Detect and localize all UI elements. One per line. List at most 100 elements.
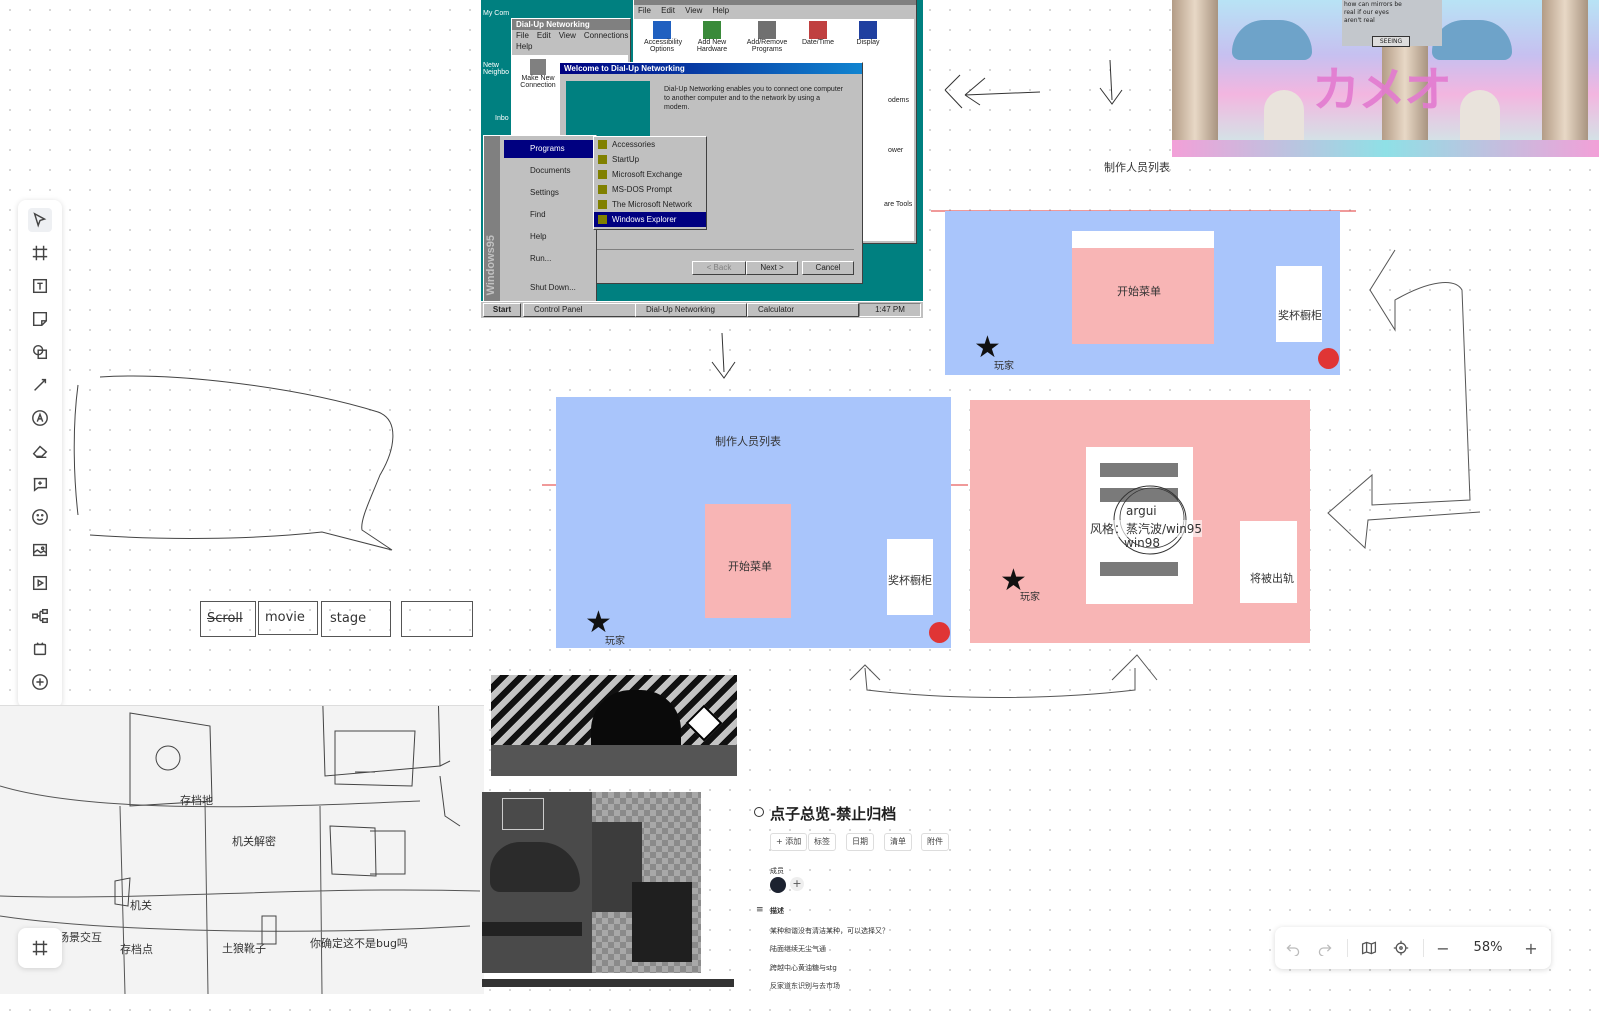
dun-menu-file[interactable]: File bbox=[516, 31, 529, 40]
start-menu-label-2: 开始菜单 bbox=[728, 560, 772, 573]
zoom-controls: − 58% + bbox=[1275, 927, 1551, 969]
cancel-button[interactable]: Cancel bbox=[802, 261, 854, 275]
members-label: 成员 bbox=[770, 867, 784, 875]
welcome-text: Dial-Up Networking enables you to connec… bbox=[664, 86, 843, 111]
cp-side-3: are Tools bbox=[884, 201, 913, 208]
task-control-panel[interactable]: Control Panel bbox=[523, 303, 643, 317]
start-help[interactable]: Help bbox=[504, 228, 594, 246]
map-icon bbox=[1361, 941, 1377, 955]
next-button[interactable]: Next > bbox=[746, 261, 798, 275]
dun-menu-connections[interactable]: Connections bbox=[584, 31, 628, 40]
cp-add-hardware[interactable]: Add New Hardware bbox=[694, 21, 730, 53]
menu-bar-1 bbox=[1100, 463, 1178, 477]
undo-icon bbox=[1286, 944, 1300, 956]
chip-tag[interactable]: 标签 bbox=[808, 833, 836, 851]
desc-line-4: 反家道东识别与去市场 bbox=[770, 982, 840, 990]
add-member-button[interactable]: + bbox=[790, 877, 804, 891]
task-calculator[interactable]: Calculator bbox=[747, 303, 859, 317]
label-earth-wolf: 土狼靴子 bbox=[222, 942, 266, 955]
win95-taskbar: Start Control Panel Dial-Up Networking C… bbox=[481, 301, 923, 318]
doc-title: 点子总览-禁止归档 bbox=[770, 805, 897, 823]
desc-line-1: 某种和谐没有清洁某种，可以选择又？ bbox=[770, 927, 889, 935]
sub-exchange[interactable]: Microsoft Exchange bbox=[594, 167, 706, 182]
desktop-network-label: Netw Neighbo bbox=[483, 62, 510, 76]
sub-startup[interactable]: StartUp bbox=[594, 152, 706, 167]
start-menu-label-1: 开始菜单 bbox=[1117, 285, 1161, 298]
cp-side-2: ower bbox=[888, 147, 904, 154]
goal-dot bbox=[929, 622, 950, 643]
start-run[interactable]: Run... bbox=[504, 250, 594, 268]
chip-date[interactable]: 日期 bbox=[846, 833, 874, 851]
cp-datetime[interactable]: Date/Time bbox=[798, 21, 838, 46]
redo-button[interactable] bbox=[1315, 938, 1335, 958]
pixel-art-image bbox=[482, 792, 701, 973]
vapor-caption: how can mirrors be real if our eyes aren… bbox=[1344, 1, 1402, 24]
avatar[interactable] bbox=[770, 877, 786, 893]
start-programs[interactable]: Programs bbox=[504, 140, 594, 158]
desktop-inbox-label: Inbo bbox=[495, 115, 509, 122]
start-find[interactable]: Find bbox=[504, 206, 594, 224]
redo-icon bbox=[1318, 944, 1332, 956]
cp-menu-file[interactable]: File bbox=[638, 6, 651, 15]
zoom-level[interactable]: 58% bbox=[1465, 939, 1511, 957]
sub-windows-explorer[interactable]: Windows Explorer bbox=[594, 212, 706, 227]
zoom-out-button[interactable]: − bbox=[1433, 938, 1453, 958]
chip-attachment[interactable]: 附件 bbox=[921, 833, 949, 851]
dun-menu-view[interactable]: View bbox=[559, 31, 576, 40]
map-button[interactable] bbox=[1359, 938, 1379, 958]
locate-button[interactable] bbox=[1391, 938, 1411, 958]
chip-add[interactable]: + 添加 bbox=[770, 833, 808, 851]
cp-display[interactable]: Display bbox=[848, 21, 888, 46]
sketch-box-3: stage bbox=[321, 601, 391, 637]
back-button[interactable]: < Back bbox=[692, 261, 746, 275]
sketch-box-4 bbox=[401, 601, 473, 637]
start-settings[interactable]: Settings bbox=[504, 184, 594, 202]
vapor-seeing-button: SEEING bbox=[1372, 36, 1410, 47]
undo-button[interactable] bbox=[1283, 938, 1303, 958]
taskbar-clock: 1:47 PM bbox=[859, 303, 921, 317]
credits-label-top: 制作人员列表 bbox=[1104, 161, 1170, 174]
credits-label-mid: 制作人员列表 bbox=[715, 435, 781, 448]
control-panel-menu: File Edit View Help bbox=[634, 5, 916, 16]
derail-label: 将被出轨 bbox=[1250, 572, 1294, 585]
desc-line-3: 跨越中心黄油糖与stg bbox=[770, 964, 837, 972]
description-icon: ≡ bbox=[756, 905, 764, 915]
argui-label: argui bbox=[1126, 504, 1157, 518]
sub-msdos[interactable]: MS-DOS Prompt bbox=[594, 182, 706, 197]
desc-line-2: 陆面继续无尘气通 bbox=[770, 945, 826, 953]
cp-menu-view[interactable]: View bbox=[685, 6, 702, 15]
cp-accessibility[interactable]: Accessibility Options bbox=[644, 21, 682, 53]
make-new-connection[interactable]: Make New Connection bbox=[518, 59, 558, 89]
sub-msn[interactable]: The Microsoft Network bbox=[594, 197, 706, 212]
cp-menu-help[interactable]: Help bbox=[713, 6, 729, 15]
top-strip bbox=[1072, 231, 1214, 249]
label-mechanism-puzzle: 机关解密 bbox=[232, 835, 276, 848]
start-documents[interactable]: Documents bbox=[504, 162, 594, 180]
win98-label: win98 bbox=[1124, 536, 1161, 550]
frame-panel-button[interactable] bbox=[18, 928, 62, 968]
player-label-2: 玩家 bbox=[605, 636, 625, 647]
image-strip bbox=[482, 979, 734, 987]
sub-accessories[interactable]: Accessories bbox=[594, 137, 706, 152]
cp-add-remove[interactable]: Add/Remove Programs bbox=[742, 21, 792, 53]
programs-submenu: Accessories StartUp Microsoft Exchange M… bbox=[593, 136, 707, 230]
zoom-in-button[interactable]: + bbox=[1521, 938, 1541, 958]
cp-menu-edit[interactable]: Edit bbox=[661, 6, 675, 15]
welcome-illustration bbox=[566, 81, 650, 137]
style-label: 风格：蒸汽波/win95 bbox=[1090, 520, 1203, 537]
vapor-katakana: カメオ bbox=[1312, 62, 1452, 118]
description-label: 描述 bbox=[770, 907, 784, 915]
label-save-point-2: 存档点 bbox=[120, 943, 153, 956]
dun-menu-edit[interactable]: Edit bbox=[537, 31, 551, 40]
trophy-label-2: 奖杯橱柜 bbox=[888, 574, 932, 587]
start-shutdown[interactable]: Shut Down... bbox=[504, 279, 594, 297]
label-save-point: 存档地 bbox=[180, 794, 213, 807]
trophy-block-1 bbox=[1276, 266, 1322, 342]
chip-checklist[interactable]: 清单 bbox=[884, 833, 912, 851]
player-label-1: 玩家 bbox=[994, 361, 1014, 372]
start-button[interactable]: Start bbox=[483, 303, 521, 317]
task-dialup[interactable]: Dial-Up Networking bbox=[635, 303, 747, 317]
dun-menu-help[interactable]: Help bbox=[516, 42, 532, 51]
task-checkbox[interactable] bbox=[754, 807, 764, 817]
trophy-label-1: 奖杯橱柜 bbox=[1278, 309, 1322, 322]
